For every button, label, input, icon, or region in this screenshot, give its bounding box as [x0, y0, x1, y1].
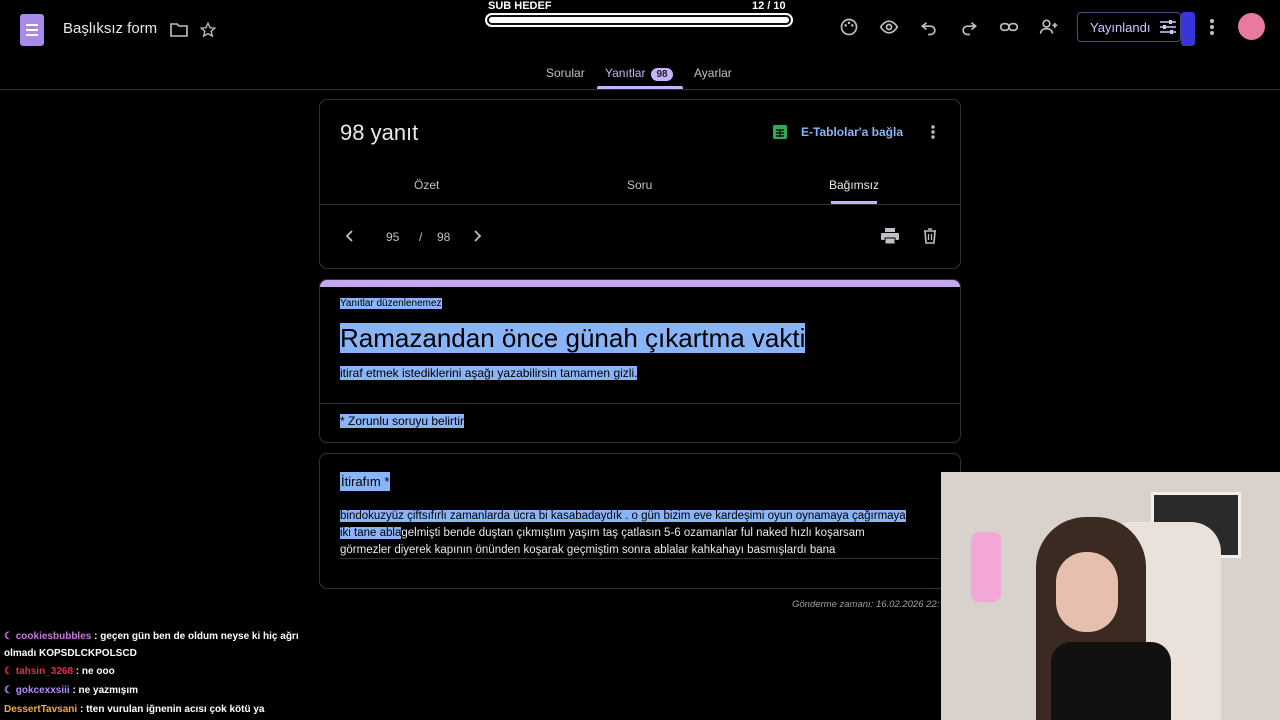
subtab-summary[interactable]: Özet [414, 178, 439, 192]
moon-icon: ☾ [4, 685, 16, 696]
required-note: * Zorunlu soruyu belirtir [340, 414, 465, 428]
palette-icon[interactable] [837, 15, 861, 39]
overlay-marker [1181, 12, 1195, 46]
add-person-icon[interactable] [1037, 15, 1061, 39]
print-icon[interactable] [878, 224, 902, 248]
undo-icon[interactable] [917, 15, 941, 39]
subgoal-progress-fill [489, 17, 789, 23]
folder-icon[interactable] [167, 18, 191, 42]
forms-app-icon[interactable] [20, 14, 44, 46]
responses-card: 98 yanıt E-Tablolar'a bağla Özet Soru Ba… [319, 99, 961, 269]
answer-line-2-rest: gelmişti bende duştan çıkmıştım yaşım ta… [401, 527, 865, 539]
link-sheets-label: E-Tablolar'a bağla [801, 125, 903, 139]
card-divider [320, 204, 960, 205]
subtab-question[interactable]: Soru [627, 178, 652, 192]
subtab-individual[interactable]: Bağımsız [829, 178, 879, 192]
link-icon[interactable] [997, 15, 1021, 39]
chat-user: cookiesbubbles [15, 631, 92, 642]
chat-text: : tten vurulan iğnenin acısı çok kötü ya [79, 704, 265, 715]
more-options-icon[interactable] [921, 120, 945, 144]
chat-user: gokcexxsiii [15, 685, 70, 696]
answer-text: bindokuzyüz çiftsıfırlı zamanlarda ücra … [340, 508, 940, 559]
form-heading: Ramazandan önce günah çıkartma vakti [340, 323, 806, 353]
edit-notice: Yanıtlar düzenlenemez [340, 298, 442, 309]
microphone [971, 532, 1001, 602]
chat-message: DessertTavsani : tten vurulan iğnenin ac… [4, 701, 304, 718]
tab-divider [0, 89, 1280, 90]
publish-button[interactable]: Yayınlandı [1077, 12, 1181, 42]
chat-message: ☾ gokcexxsiii : ne yazmışım [4, 682, 304, 699]
answer-line-3: görmezler diyerek kapının önünden koşara… [340, 544, 836, 556]
moon-icon: ☾ [4, 666, 16, 677]
answer-underline [340, 558, 940, 559]
person-top [1051, 642, 1171, 720]
delete-icon[interactable] [918, 224, 942, 248]
sheets-icon [773, 125, 787, 139]
question-label: İtirafım * [340, 472, 391, 491]
question-card: İtirafım * bindokuzyüz çiftsıfırlı zaman… [319, 453, 961, 589]
tab-ayarlar[interactable]: Ayarlar [694, 66, 732, 80]
tab-yanitlar[interactable]: Yanıtlar 98 [605, 66, 673, 81]
person-face [1056, 552, 1118, 632]
pager-separator: / [419, 230, 423, 244]
form-header-card: Yanıtlar düzenlenemez Ramazandan önce gü… [319, 279, 961, 443]
form-divider [320, 403, 960, 404]
form-description: itiraf etmek istediklerini aşağı yazabil… [340, 366, 638, 380]
tab-yanitlar-label: Yanıtlar [605, 66, 646, 80]
pager-current-input[interactable]: 95 [386, 230, 399, 244]
link-sheets-button[interactable]: E-Tablolar'a bağla [772, 124, 903, 140]
subgoal-label: SUB HEDEF [488, 0, 552, 12]
chat-text: : ne yazmışım [72, 685, 139, 696]
chat-text: : ne ooo [75, 666, 115, 677]
pager-total: 98 [437, 230, 451, 244]
submitted-timestamp: Gönderme zamanı: 16.02.2026 22: [792, 599, 940, 610]
moon-icon: ☾ [4, 631, 16, 642]
webcam-overlay [941, 472, 1280, 720]
star-icon[interactable] [196, 18, 220, 42]
subgoal-progress-bar [485, 13, 793, 27]
subgoal-count: 12 / 10 [752, 0, 786, 12]
chat-message: ☾ tahsin_3268 : ne ooo [4, 663, 304, 680]
redo-icon[interactable] [957, 15, 981, 39]
chevron-right-icon[interactable] [465, 224, 489, 248]
chat-message: ☾ cookiesbubbles : geçen gün ben de oldu… [4, 628, 304, 662]
avatar[interactable] [1238, 13, 1265, 40]
chat-user: DessertTavsani [4, 704, 78, 715]
form-accent-bar [320, 280, 960, 287]
chevron-left-icon[interactable] [338, 224, 362, 248]
form-title[interactable]: Başlıksız form [63, 20, 157, 37]
more-vert-icon[interactable] [1200, 15, 1224, 39]
responses-count-badge: 98 [651, 68, 673, 81]
tab-sorular[interactable]: Sorular [546, 66, 585, 80]
eye-icon[interactable] [877, 15, 901, 39]
answer-line-1: bindokuzyüz çiftsıfırlı zamanlarda ücra … [340, 510, 906, 522]
answer-line-2-highlight: iki tane abla [340, 527, 402, 539]
responses-count-title: 98 yanıt [340, 120, 419, 145]
tune-icon [1160, 20, 1177, 34]
chat-user: tahsin_3268 [15, 666, 74, 677]
publish-label: Yayınlandı [1090, 19, 1151, 35]
